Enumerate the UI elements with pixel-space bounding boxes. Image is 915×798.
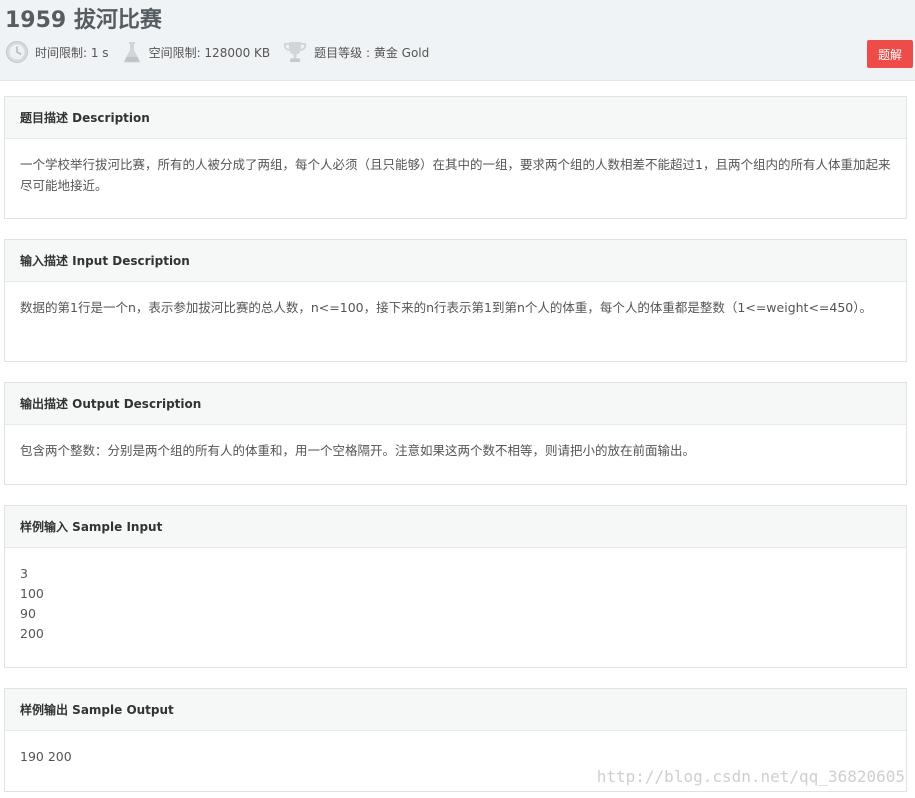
problem-meta: 时间限制: 1 s 空间限制: 128000 KB 题目等级 : 黄金 Gold [5, 39, 441, 65]
memory-limit: 空间限制: 128000 KB [121, 40, 271, 64]
input-description-text: 数据的第1行是一个n，表示参加拔河比赛的总人数，n<=100，接下来的n行表示第… [20, 300, 873, 315]
output-description-text: 包含两个整数：分别是两个组的所有人的体重和，用一个空格隔开。注意如果这两个数不相… [20, 443, 696, 458]
sample-input-line: 3 [20, 566, 28, 581]
clock-icon [6, 41, 28, 63]
output-description-panel: 输出描述 Output Description 包含两个整数：分别是两个组的所有… [4, 382, 907, 485]
sample-input-body: 3 100 90 200 [5, 548, 906, 659]
page-title: 1959 拔河比赛 [5, 8, 162, 33]
watermark: http://blog.csdn.net/qq_36820605 [596, 767, 905, 786]
solution-button[interactable]: 题解 [867, 40, 913, 68]
description-panel: 题目描述 Description 一个学校举行拔河比赛，所有的人被分成了两组，每… [4, 96, 907, 219]
input-description-heading: 输入描述 Input Description [5, 240, 906, 282]
memory-limit-text: 空间限制: 128000 KB [148, 45, 271, 60]
description-heading: 题目描述 Description [5, 97, 906, 139]
flask-icon [123, 42, 140, 63]
trophy-icon [284, 42, 307, 62]
sample-input-line: 100 [20, 586, 44, 601]
difficulty-text: 题目等级 : 黄金 Gold [314, 45, 430, 60]
output-description-heading: 输出描述 Output Description [5, 383, 906, 425]
sample-input-panel: 样例输入 Sample Input 3 100 90 200 [4, 505, 907, 668]
time-limit-text: 时间限制: 1 s [35, 45, 109, 60]
sample-output-heading: 样例输出 Sample Output [5, 689, 906, 731]
description-text: 一个学校举行拔河比赛，所有的人被分成了两组，每个人必须（且只能够）在其中的一组，… [20, 157, 891, 193]
sample-input-heading: 样例输入 Sample Input [5, 506, 906, 548]
problem-header: 1959 拔河比赛 时间限制: 1 s 空间限制: 128000 KB 题目等级… [0, 0, 915, 81]
difficulty-level: 题目等级 : 黄金 Gold [282, 40, 429, 64]
sample-input-line: 200 [20, 626, 44, 641]
time-limit: 时间限制: 1 s [5, 40, 109, 64]
sample-input-line: 90 [20, 606, 36, 621]
input-description-panel: 输入描述 Input Description 数据的第1行是一个n，表示参加拔河… [4, 239, 907, 362]
